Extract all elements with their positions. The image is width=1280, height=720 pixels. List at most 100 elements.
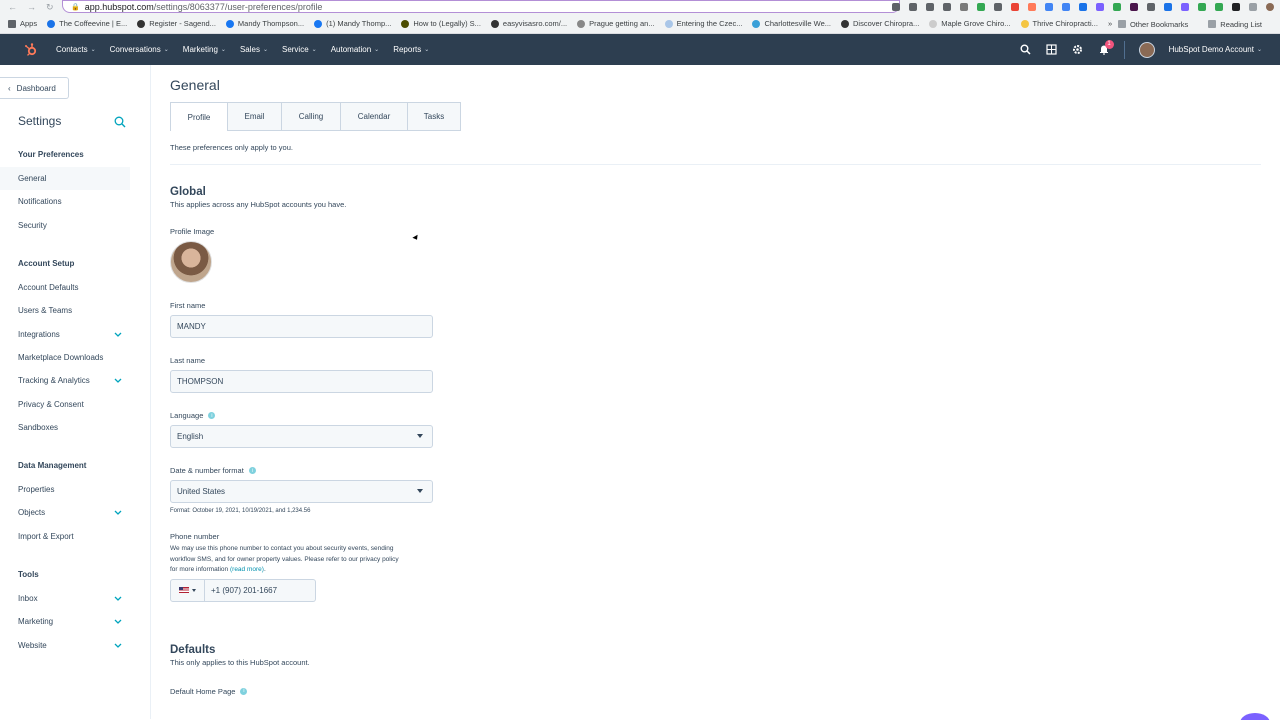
last-name-label: Last name (170, 356, 1280, 365)
extension-icon[interactable] (1215, 2, 1223, 11)
extension-icon[interactable] (1113, 2, 1121, 11)
tab-profile[interactable]: Profile (170, 102, 228, 131)
reading-list-button[interactable]: Reading List (1208, 20, 1262, 29)
extension-icon[interactable] (1096, 2, 1104, 11)
sidebar-item-security[interactable]: Security (0, 214, 150, 237)
extension-icon[interactable] (1198, 2, 1206, 11)
extension-icon[interactable] (892, 2, 900, 11)
sidebar-item-properties[interactable]: Properties (0, 478, 150, 501)
extension-icon[interactable] (1232, 2, 1240, 11)
sidebar-item-notifications[interactable]: Notifications (0, 190, 150, 213)
sidebar-item-account-defaults[interactable]: Account Defaults (0, 276, 150, 299)
last-name-input[interactable]: THOMPSON (170, 370, 433, 393)
info-icon[interactable]: i (248, 467, 256, 474)
bookmark-item[interactable]: How to (Legally) S... (401, 19, 481, 28)
sidebar-item-inbox[interactable]: Inbox (0, 587, 150, 610)
settings-search-icon[interactable] (114, 115, 126, 128)
date-format-select[interactable]: United States (170, 480, 433, 503)
tab-calling[interactable]: Calling (282, 102, 341, 131)
extension-icon[interactable] (977, 2, 985, 11)
extension-icon[interactable] (1011, 2, 1019, 11)
chat-bubble-icon[interactable] (1240, 713, 1270, 720)
bookmark-item[interactable]: Maple Grove Chiro... (929, 19, 1011, 28)
extension-icon[interactable] (1164, 2, 1172, 11)
bookmark-item[interactable]: Entering the Czec... (664, 19, 742, 28)
info-icon[interactable]: i (208, 412, 216, 419)
bookmark-item[interactable]: Thrive Chiropracti... (1020, 19, 1098, 28)
phone-input[interactable]: +1 (907) 201-1667 (205, 578, 316, 602)
extension-icon[interactable] (1130, 2, 1138, 11)
bookmark-item[interactable]: Discover Chiropra... (841, 19, 919, 28)
account-avatar[interactable] (1138, 41, 1155, 58)
sidebar-item-objects[interactable]: Objects (0, 501, 150, 524)
other-bookmarks-folder[interactable]: Other Bookmarks (1117, 19, 1189, 29)
extension-icon[interactable] (1181, 2, 1189, 11)
nav-menu-reports[interactable]: Reports ⌄ (393, 45, 429, 54)
extension-icon[interactable] (1045, 2, 1053, 11)
extension-icon[interactable] (1028, 2, 1036, 11)
sidebar-item-marketing[interactable]: Marketing (0, 610, 150, 633)
bookmark-favicon-icon (490, 19, 499, 28)
sidebar-item-sandboxes[interactable]: Sandboxes (0, 416, 150, 439)
star-icon[interactable] (943, 2, 951, 11)
sidebar-sections: Your Preferences General Notifications Secu… (0, 150, 150, 657)
profile-image[interactable] (170, 241, 212, 283)
info-icon[interactable]: i (240, 687, 248, 695)
nav-menu-marketing[interactable]: Marketing ⌄ (183, 45, 226, 54)
dashboard-button[interactable]: ‹ Dashboard (0, 77, 69, 99)
sidebar-item-marketplace-downloads[interactable]: Marketplace Downloads (0, 346, 150, 369)
bookmark-item[interactable]: (1) Mandy Thomp... (314, 19, 391, 28)
bookmark-favicon-icon (47, 19, 56, 28)
search-icon[interactable] (1020, 44, 1032, 56)
extension-icon[interactable] (1249, 2, 1257, 11)
extension-icon[interactable] (926, 2, 934, 11)
apps-bookmark[interactable]: Apps (8, 19, 37, 28)
browser-nav: ← → ↻ (0, 2, 64, 13)
country-code-select[interactable] (170, 578, 205, 602)
nav-menu-service[interactable]: Service ⌄ (282, 45, 317, 54)
more-bookmarks-button[interactable]: » (1108, 19, 1112, 28)
sidebar-item-label: Sandboxes (18, 422, 59, 432)
bookmark-item[interactable]: The Coffeevine | E... (47, 19, 127, 28)
sidebar-item-import-export[interactable]: Import & Export (0, 525, 150, 548)
hubspot-logo-icon[interactable] (22, 41, 40, 59)
sidebar-item-tracking-analytics[interactable]: Tracking & Analytics (0, 369, 150, 392)
nav-menu-contacts[interactable]: Contacts ⌄ (56, 45, 96, 54)
bookmark-item[interactable]: Prague getting an... (577, 19, 655, 28)
notifications-bell-icon[interactable]: 1 (1098, 39, 1114, 56)
sidebar-item-integrations[interactable]: Integrations (0, 322, 150, 345)
bookmark-item[interactable]: Mandy Thompson... (225, 19, 304, 28)
chevron-left-icon: ‹ (8, 83, 11, 93)
forward-arrow-icon[interactable]: → (27, 2, 36, 13)
nav-menu-automation[interactable]: Automation ⌄ (331, 45, 380, 54)
bookmark-item[interactable]: Charlottesville We... (752, 19, 831, 28)
sidebar-item-users-teams[interactable]: Users & Teams (0, 299, 150, 322)
extension-icon[interactable] (960, 2, 968, 11)
account-menu[interactable]: HubSpot Demo Account ⌄ (1169, 45, 1262, 54)
sidebar-item-privacy-consent[interactable]: Privacy & Consent (0, 392, 150, 415)
read-more-link[interactable]: (read more) (230, 566, 264, 573)
marketplace-icon[interactable] (1046, 44, 1058, 56)
sidebar-item-general[interactable]: General (0, 167, 130, 191)
tab-calendar[interactable]: Calendar (341, 102, 408, 131)
extension-icon[interactable] (1079, 2, 1087, 11)
sidebar-item-website[interactable]: Website (0, 633, 150, 656)
tab-tasks[interactable]: Tasks (408, 102, 461, 131)
bookmark-item[interactable]: easyvisasro.com/... (490, 19, 567, 28)
back-arrow-icon[interactable]: ← (8, 2, 17, 13)
bookmark-item[interactable]: Register - Sagend... (137, 19, 216, 28)
language-select[interactable]: English (170, 425, 433, 448)
address-bar[interactable]: 🔒 app.hubspot.com/settings/8063377/user-… (62, 0, 900, 13)
gear-icon[interactable] (1072, 44, 1084, 56)
extension-icon[interactable] (1062, 2, 1070, 11)
extension-icon[interactable] (909, 2, 917, 11)
extension-icon[interactable] (1147, 2, 1155, 11)
tab-email[interactable]: Email (228, 102, 282, 131)
other-bookmarks-label: Other Bookmarks (1129, 19, 1189, 29)
nav-menu-conversations[interactable]: Conversations ⌄ (110, 45, 169, 54)
profile-avatar-icon[interactable] (1266, 2, 1274, 11)
extension-icon[interactable] (994, 2, 1002, 11)
first-name-input[interactable]: MANDY (170, 315, 433, 338)
nav-menu-sales[interactable]: Sales ⌄ (240, 45, 268, 54)
reload-icon[interactable]: ↻ (46, 2, 54, 13)
